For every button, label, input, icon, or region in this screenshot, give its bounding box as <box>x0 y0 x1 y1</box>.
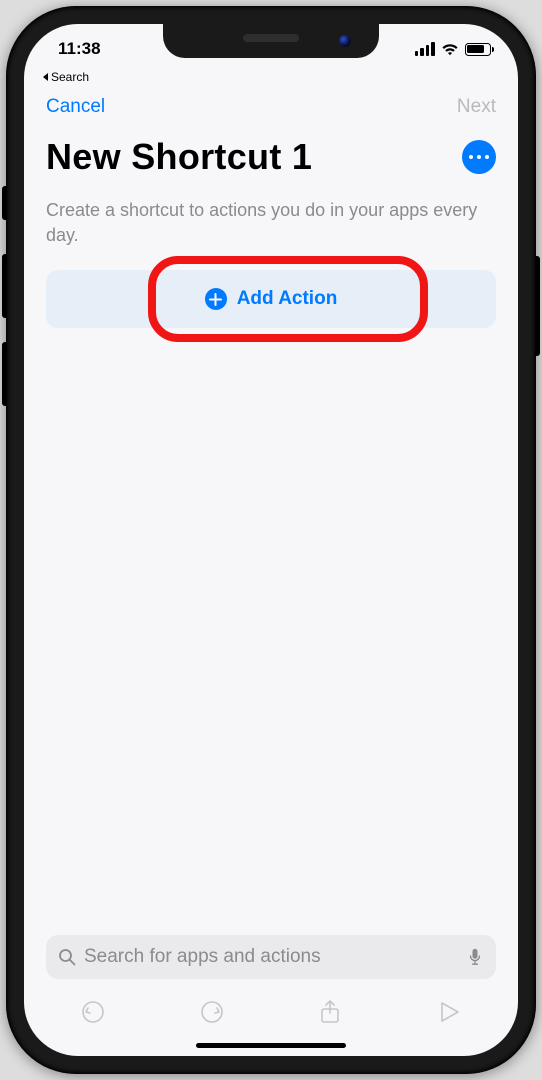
battery-icon <box>465 43 495 56</box>
search-input[interactable]: Search for apps and actions <box>46 935 496 979</box>
left-side-buttons <box>2 186 7 430</box>
search-icon <box>58 948 76 966</box>
more-options-button[interactable] <box>462 140 496 174</box>
device-notch <box>163 24 379 58</box>
search-placeholder: Search for apps and actions <box>84 946 458 968</box>
status-time: 11:38 <box>58 33 101 59</box>
home-indicator[interactable] <box>196 1043 346 1048</box>
page-title: New Shortcut 1 <box>46 136 312 178</box>
share-button[interactable] <box>306 997 354 1027</box>
bottom-toolbar <box>24 979 518 1033</box>
cellular-signal-icon <box>415 42 435 56</box>
run-button[interactable] <box>425 997 473 1027</box>
microphone-icon[interactable] <box>466 948 484 966</box>
back-to-search-crumb[interactable]: Search <box>24 68 518 84</box>
right-side-buttons <box>535 256 540 380</box>
wifi-icon <box>441 43 459 56</box>
add-action-container: Add Action <box>46 270 496 328</box>
device-frame: 11:38 Search Cancel Next <box>6 6 536 1074</box>
title-row: New Shortcut 1 <box>24 126 518 184</box>
page-subtitle: Create a shortcut to actions you do in y… <box>24 184 518 260</box>
nav-bar: Cancel Next <box>24 84 518 126</box>
add-action-button[interactable]: Add Action <box>46 270 496 328</box>
redo-button[interactable] <box>188 997 236 1027</box>
back-crumb-label: Search <box>51 70 89 84</box>
ellipsis-icon <box>469 155 474 160</box>
cancel-button[interactable]: Cancel <box>46 96 105 118</box>
undo-button[interactable] <box>69 997 117 1027</box>
plus-circle-icon <box>205 288 227 310</box>
screen: 11:38 Search Cancel Next <box>24 24 518 1056</box>
add-action-label: Add Action <box>237 288 338 310</box>
next-button[interactable]: Next <box>457 96 496 118</box>
